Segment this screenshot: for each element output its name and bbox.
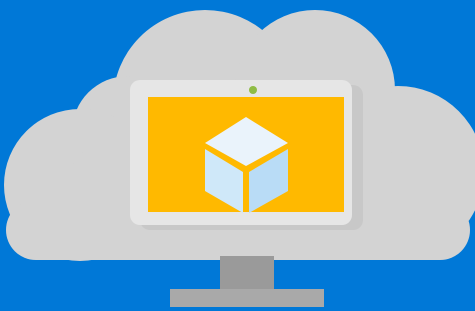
webcam-dot-icon (249, 86, 257, 94)
cloud-computing-illustration (0, 0, 475, 311)
illustration-canvas (0, 0, 475, 311)
monitor-base (170, 289, 324, 307)
monitor-stand (220, 256, 274, 294)
